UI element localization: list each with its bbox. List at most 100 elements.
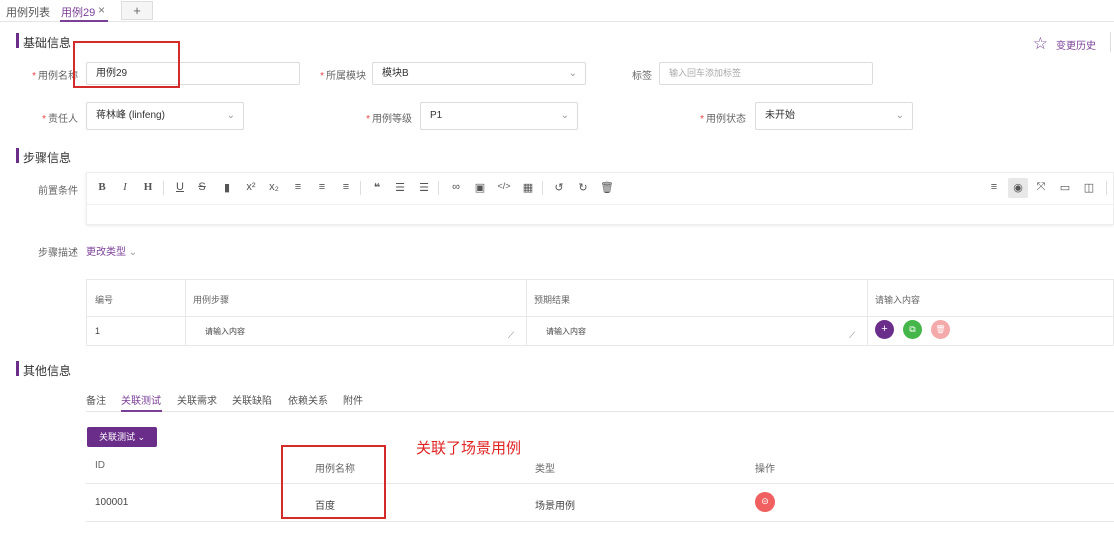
status-select[interactable]: 未开始 ⌄ xyxy=(755,102,913,130)
subscript-icon[interactable]: x₂ xyxy=(267,181,281,193)
italic-icon[interactable]: I xyxy=(118,181,132,193)
trash-icon[interactable]: 🗑 xyxy=(600,181,614,194)
delete-step-button[interactable]: 🗑 xyxy=(931,320,950,339)
menu-icon[interactable]: ≡ xyxy=(987,181,1001,193)
chevron-down-icon: ⌄ xyxy=(226,110,235,121)
toolbar-divider xyxy=(360,181,361,195)
bookmark-icon[interactable]: ▮ xyxy=(220,181,234,194)
undo-icon[interactable]: ↺ xyxy=(552,181,566,194)
fullscreen-icon[interactable]: ⤧ xyxy=(1034,181,1048,194)
chevron-down-icon: ⌄ xyxy=(128,247,138,258)
precondition-label: 前置条件 xyxy=(38,186,78,197)
highlight-box-case-name xyxy=(281,445,386,519)
subtab-dependencies[interactable]: 依赖关系 xyxy=(288,392,328,407)
heading-icon[interactable]: H xyxy=(141,181,155,193)
row-divider xyxy=(86,483,1114,484)
related-test-dropdown-button[interactable]: 关联测试 ⌄ xyxy=(87,427,157,447)
link-icon[interactable]: ∞ xyxy=(449,181,463,193)
related-case-id: 100001 xyxy=(95,497,129,508)
resize-handle-icon[interactable]: ⟋ xyxy=(849,330,855,341)
module-select[interactable]: 模块B ⌄ xyxy=(372,62,586,85)
history-link[interactable]: ☆ 变更历史 xyxy=(1033,34,1096,54)
chevron-down-icon: ⌄ xyxy=(895,110,904,121)
change-type-dropdown[interactable]: 更改类型 ⌄ xyxy=(86,243,137,258)
tab-bar: 用例列表 用例29 × + xyxy=(0,0,1114,22)
window-icon[interactable]: ▭ xyxy=(1058,181,1072,194)
resize-handle-icon[interactable]: ⟋ xyxy=(508,330,514,341)
strikethrough-icon[interactable]: S xyxy=(195,181,209,193)
tag-label: 标签 xyxy=(632,71,652,82)
col-header-step: 用例步骤 xyxy=(193,295,230,305)
code-icon[interactable]: </> xyxy=(497,181,511,191)
col-header-action: 操作 xyxy=(755,464,775,475)
subtab-related-defects[interactable]: 关联缺陷 xyxy=(232,392,272,407)
subtab-notes[interactable]: 备注 xyxy=(86,392,106,407)
col-divider xyxy=(185,280,186,345)
unordered-list-icon[interactable]: ☰ xyxy=(417,181,431,194)
active-subtab-indicator xyxy=(121,410,162,412)
superscript-icon[interactable]: x² xyxy=(244,181,258,193)
bold-icon[interactable]: B xyxy=(95,181,109,193)
result-input[interactable]: 请输入内容 xyxy=(546,326,586,337)
remove-relation-button[interactable]: ⊝ xyxy=(755,492,775,512)
history-label[interactable]: 变更历史 xyxy=(1056,37,1096,52)
add-tab-button[interactable]: + xyxy=(121,1,153,20)
col-header-input: 请输入内容 xyxy=(875,295,921,305)
row-divider xyxy=(86,521,1114,522)
step-number: 1 xyxy=(95,326,101,336)
subtab-related-requirements[interactable]: 关联需求 xyxy=(177,392,217,407)
add-step-button[interactable]: + xyxy=(875,320,894,339)
col-header-num: 编号 xyxy=(95,295,114,305)
table-icon[interactable]: ▦ xyxy=(521,181,535,194)
align-right-icon[interactable]: ≡ xyxy=(339,181,353,193)
quote-icon[interactable]: ❝ xyxy=(370,181,384,194)
status-label: * 用例状态 xyxy=(700,114,746,125)
owner-label: * 责任人 xyxy=(42,114,78,125)
chevron-down-icon: ⌄ xyxy=(560,110,569,121)
align-center-icon[interactable]: ≡ xyxy=(315,181,329,193)
section-title-steps: 步骤信息 xyxy=(23,151,72,165)
row-divider xyxy=(87,316,1113,317)
split-icon[interactable]: ◫ xyxy=(1082,181,1096,194)
toolbar-divider xyxy=(163,181,164,195)
col-header-id: ID xyxy=(95,460,105,471)
editor-toolbar: B I H U S ▮ x² x₂ ≡ ≡ ≡ ❝ ☰ ☰ ∞ ▣ </> ▦ … xyxy=(87,173,1113,204)
toolbar-divider xyxy=(542,181,543,195)
related-case-type: 场景用例 xyxy=(535,501,575,512)
chevron-down-icon: ⌄ xyxy=(568,68,577,79)
section-title-other: 其他信息 xyxy=(23,364,72,378)
name-label: * 用例名称 xyxy=(32,71,78,82)
close-icon[interactable]: × xyxy=(98,3,105,17)
align-left-icon[interactable]: ≡ xyxy=(291,181,305,193)
col-header-type: 类型 xyxy=(535,464,555,475)
subtab-related-tests[interactable]: 关联测试 xyxy=(121,392,161,407)
step-desc-label: 步骤描述 xyxy=(38,248,78,259)
tag-input[interactable]: 输入回车添加标签 xyxy=(659,62,873,85)
precondition-editor[interactable]: B I H U S ▮ x² x₂ ≡ ≡ ≡ ❝ ☰ ☰ ∞ ▣ </> ▦ … xyxy=(86,172,1114,225)
col-header-result: 预期结果 xyxy=(534,295,571,305)
col-divider xyxy=(526,280,527,345)
image-icon[interactable]: ▣ xyxy=(473,181,487,194)
tab-case-list[interactable]: 用例列表 xyxy=(6,4,50,20)
annotation-text: 关联了场景用例 xyxy=(416,440,522,457)
subtab-divider xyxy=(86,411,1114,412)
level-label: * 用例等级 xyxy=(366,114,412,125)
toolbar-divider xyxy=(438,181,439,195)
copy-step-button[interactable]: ⧉ xyxy=(903,320,922,339)
star-icon[interactable]: ☆ xyxy=(1033,34,1048,54)
owner-select[interactable]: 蒋林峰 (linfeng) ⌄ xyxy=(86,102,244,130)
step-input[interactable]: 请输入内容 xyxy=(205,326,245,337)
tab-case-29[interactable]: 用例29 xyxy=(61,4,95,20)
ordered-list-icon[interactable]: ☰ xyxy=(393,181,407,194)
col-divider xyxy=(867,280,868,345)
redo-icon[interactable]: ↻ xyxy=(576,181,590,194)
section-marker xyxy=(16,33,19,48)
eye-icon[interactable]: ◉ xyxy=(1011,181,1025,194)
module-label: * 所属模块 xyxy=(320,71,366,82)
active-tab-indicator xyxy=(60,20,108,22)
steps-table: 编号 用例步骤 预期结果 请输入内容 1 请输入内容 ⟋ 请输入内容 ⟋ + ⧉… xyxy=(86,279,1114,346)
subtab-attachments[interactable]: 附件 xyxy=(343,392,363,407)
underline-icon[interactable]: U xyxy=(173,181,187,193)
highlight-box-name xyxy=(73,41,180,88)
level-select[interactable]: P1 ⌄ xyxy=(420,102,578,130)
